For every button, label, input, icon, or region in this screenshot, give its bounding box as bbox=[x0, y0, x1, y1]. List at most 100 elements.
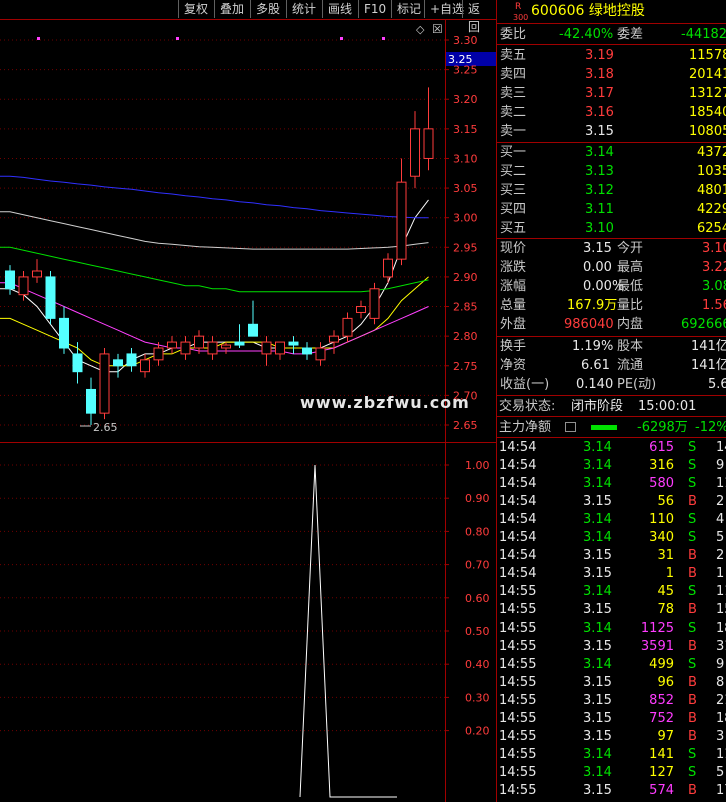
tick-row[interactable]: 14:55 3.15 97 B 3 bbox=[497, 728, 726, 746]
tick-row[interactable]: 14:54 3.14 110 S 4 bbox=[497, 511, 726, 529]
fundamental-label: 收益(一) bbox=[500, 377, 550, 392]
tick-row[interactable]: 14:55 3.14 45 S 11 bbox=[497, 583, 726, 601]
tick-price: 3.14 bbox=[583, 476, 612, 492]
tick-row[interactable]: 14:55 3.15 574 B 17 bbox=[497, 782, 726, 800]
tick-row[interactable]: 14:55 3.14 141 S 11 bbox=[497, 746, 726, 764]
tick-side: S bbox=[688, 746, 697, 762]
tick-row[interactable]: 14:55 3.14 499 S 9 bbox=[497, 656, 726, 674]
candle-body bbox=[329, 335, 339, 343]
ask-volume: 10805 bbox=[689, 124, 726, 139]
fundamental-value: 0.140 bbox=[576, 377, 614, 392]
candle-body bbox=[167, 341, 177, 349]
tick-time: 14:55 bbox=[499, 764, 537, 780]
candle-body bbox=[396, 181, 407, 260]
tick-row[interactable]: 14:55 3.15 852 B 21 bbox=[497, 692, 726, 710]
quote-label: 现价 bbox=[500, 241, 527, 256]
tick-side: S bbox=[688, 764, 697, 780]
trade-status-label: 交易状态: bbox=[499, 399, 556, 414]
price-tick-label: 3.10 bbox=[453, 152, 478, 165]
fundamental-label-2: PE(动) bbox=[617, 377, 657, 392]
tick-time: 14:54 bbox=[499, 440, 537, 455]
ask-level-row[interactable]: 卖一 3.15 10805 bbox=[497, 122, 726, 141]
bid-price: 3.12 bbox=[585, 183, 614, 198]
quote-panel: R 300 600606 绿地控股 委比 -42.40% 委差 -44182 卖… bbox=[497, 0, 726, 802]
candle-body bbox=[86, 388, 96, 414]
quote-value: 986040 bbox=[564, 317, 614, 332]
tick-price: 3.14 bbox=[583, 530, 612, 546]
tick-time: 14:55 bbox=[499, 656, 537, 672]
ask-level-row[interactable]: 卖五 3.19 11578 bbox=[497, 46, 726, 65]
bid-level-row[interactable]: 买二 3.13 10353 bbox=[497, 162, 726, 181]
ask-level-row[interactable]: 卖四 3.18 20141 bbox=[497, 65, 726, 84]
quote-label: 外盘 bbox=[500, 317, 527, 332]
diamond-icon[interactable]: ◇ bbox=[416, 23, 425, 36]
candle-body bbox=[315, 347, 326, 361]
bid-level-row[interactable]: 买一 3.14 4372 bbox=[497, 143, 726, 162]
tick-count: 11 bbox=[716, 476, 726, 492]
tick-side: B bbox=[688, 494, 697, 510]
quote-label-2: 量比 bbox=[617, 298, 644, 313]
ask-price: 3.18 bbox=[585, 67, 614, 82]
tick-row[interactable]: 14:54 3.14 580 S 11 bbox=[497, 475, 726, 493]
ask-volume: 11578 bbox=[689, 48, 726, 63]
bid-price: 3.11 bbox=[585, 202, 614, 217]
tick-row[interactable]: 14:54 3.15 31 B 2 bbox=[497, 547, 726, 565]
tick-row[interactable]: 14:55 3.15 96 B 8 bbox=[497, 674, 726, 692]
bid-level-row[interactable]: 买五 3.10 6254 bbox=[497, 219, 726, 238]
tick-time: 14:54 bbox=[499, 476, 537, 492]
bid-level-row[interactable]: 买四 3.11 4229 bbox=[497, 200, 726, 219]
bid-price: 3.13 bbox=[585, 164, 614, 179]
indicator-tick-label: 0.30 bbox=[465, 691, 490, 704]
tick-row[interactable]: 14:55 3.14 1125 S 18 bbox=[497, 620, 726, 638]
candle-body bbox=[275, 341, 285, 355]
quote-value-2: 3.08 bbox=[702, 279, 726, 294]
tick-row[interactable]: 14:55 3.15 3591 B 31 bbox=[497, 638, 726, 656]
ask-volume: 13127 bbox=[689, 86, 726, 101]
tick-count: 11 bbox=[716, 746, 726, 762]
divider bbox=[497, 44, 726, 45]
tick-price: 3.15 bbox=[583, 548, 612, 564]
candle-body bbox=[45, 276, 56, 319]
tick-time: 14:55 bbox=[499, 710, 537, 726]
bid-level-label: 买二 bbox=[500, 164, 527, 179]
price-tick-label: 2.65 bbox=[453, 419, 478, 432]
tick-price: 3.14 bbox=[583, 656, 612, 672]
signal-dot bbox=[382, 37, 385, 40]
ask-level-row[interactable]: 卖三 3.17 13127 bbox=[497, 84, 726, 103]
indicator-tick-label: 0.70 bbox=[465, 559, 490, 572]
tick-volume: 340 bbox=[649, 530, 674, 546]
fundamental-value-2: 141亿 bbox=[691, 358, 726, 373]
watermark: www.zbzfwu.com bbox=[300, 393, 470, 412]
bid-level-row[interactable]: 买三 3.12 4801 bbox=[497, 181, 726, 200]
tick-row[interactable]: 14:55 3.14 127 S 5 bbox=[497, 764, 726, 782]
ratio-value: -42.40% bbox=[559, 27, 614, 42]
tick-row[interactable]: 14:54 3.14 340 S 5 bbox=[497, 529, 726, 547]
ask-volume: 20141 bbox=[689, 67, 726, 82]
tick-row[interactable]: 14:55 3.15 78 B 15 bbox=[497, 601, 726, 619]
ask-volume: 18540 bbox=[689, 105, 726, 120]
indicator-tick-label: 0.80 bbox=[465, 525, 490, 538]
tick-side: B bbox=[688, 566, 697, 582]
close-icon[interactable]: ☒ bbox=[432, 22, 443, 36]
tick-price: 3.15 bbox=[583, 602, 612, 618]
ask-level-row[interactable]: 卖二 3.16 18540 bbox=[497, 103, 726, 122]
tick-volume: 580 bbox=[649, 476, 674, 492]
tick-side: S bbox=[688, 476, 697, 492]
order-ratio-row: 委比 -42.40% 委差 -44182 bbox=[497, 25, 726, 44]
tick-count: 18 bbox=[716, 710, 726, 726]
candle-body bbox=[153, 347, 164, 361]
tick-row[interactable]: 14:55 3.15 752 B 18 bbox=[497, 710, 726, 728]
tick-price: 3.14 bbox=[583, 620, 612, 636]
tick-row[interactable]: 14:54 3.15 1 B 1 bbox=[497, 565, 726, 583]
tick-volume: 110 bbox=[649, 512, 674, 528]
candle-body bbox=[234, 341, 245, 346]
menu-icon[interactable] bbox=[565, 422, 576, 432]
quote-label: 涨跌 bbox=[500, 260, 527, 275]
tick-row[interactable]: 14:54 3.15 56 B 2 bbox=[497, 493, 726, 511]
tick-row[interactable]: 14:54 3.14 316 S 9 bbox=[497, 457, 726, 475]
tick-time: 14:54 bbox=[499, 548, 537, 564]
divider bbox=[497, 23, 726, 24]
indicator-tick-label: 1.00 bbox=[465, 459, 490, 472]
ratio-diff-label: 委差 bbox=[617, 27, 644, 42]
tick-row[interactable]: 14:54 3.14 615 S 14 bbox=[497, 439, 726, 457]
